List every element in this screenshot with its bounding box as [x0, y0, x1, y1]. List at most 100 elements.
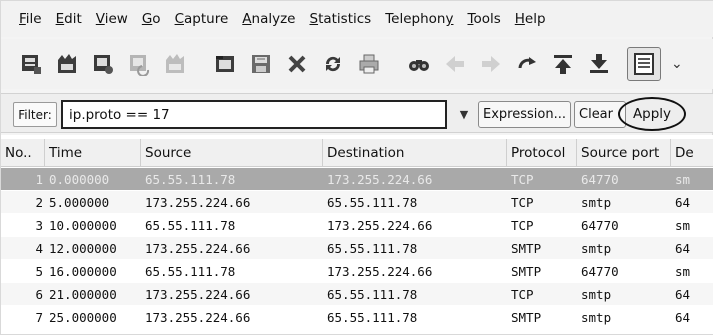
go-forward-icon[interactable]: [477, 50, 505, 78]
cell-source: 65.55.111.78: [145, 217, 236, 233]
cell-protocol: TCP: [511, 286, 534, 302]
chevron-down-icon[interactable]: ▼: [453, 102, 475, 127]
column-header-source[interactable]: Source: [141, 138, 323, 167]
close-file-icon[interactable]: [283, 50, 311, 78]
table-row[interactable]: 6 21.000000 173.255.224.66 65.55.111.78 TCP s…: [1, 283, 713, 305]
cell-time: 10.000000: [49, 217, 117, 233]
cell-destination: 173.255.224.66: [327, 217, 433, 233]
cell-time: 25.000000: [49, 309, 117, 325]
cell-source: 173.255.224.66: [145, 194, 251, 210]
column-header-no[interactable]: No..: [1, 138, 45, 167]
column-header-source-port[interactable]: Source port: [577, 138, 671, 167]
column-header-time[interactable]: Time: [45, 138, 141, 167]
cell-no: 3: [35, 217, 43, 233]
cell-protocol: TCP: [511, 217, 534, 233]
cell-source-port: 64770: [581, 217, 619, 233]
cell-dest: 64: [675, 194, 691, 210]
cell-protocol: TCP: [511, 194, 534, 210]
table-row[interactable]: 4 12.000000 173.255.224.66 65.55.111.78 SMTP…: [1, 237, 713, 259]
menu-help[interactable]: Help: [515, 11, 546, 27]
open-file-icon[interactable]: [211, 50, 239, 78]
find-packet-icon[interactable]: [405, 50, 433, 78]
start-capture-icon[interactable]: [53, 50, 81, 78]
colorize-icon[interactable]: [627, 47, 661, 81]
cell-destination: 65.55.111.78: [327, 194, 418, 210]
packet-list: No.. Time Source Destination Protocol So…: [1, 135, 713, 334]
cell-protocol: SMTP: [511, 263, 542, 279]
cell-no: 4: [35, 240, 43, 256]
column-header-destination[interactable]: Destination: [323, 138, 507, 167]
cell-time: 12.000000: [49, 240, 117, 256]
save-file-icon[interactable]: [247, 50, 275, 78]
cell-no: 6: [35, 286, 43, 302]
cell-source-port: smtp: [581, 240, 612, 256]
cell-source: 173.255.224.66: [145, 309, 251, 325]
table-row[interactable]: 5 16.000000 65.55.111.78 173.255.224.66 SMTP…: [1, 260, 713, 282]
cell-no: 7: [35, 309, 43, 325]
column-header-protocol[interactable]: Protocol: [507, 138, 577, 167]
cell-no: 2: [35, 194, 43, 210]
packet-list-header: No.. Time Source Destination Protocol So…: [1, 138, 713, 167]
menu-file[interactable]: File: [19, 11, 42, 27]
cell-dest: sm: [675, 171, 691, 187]
table-row[interactable]: 7 25.000000 173.255.224.66 65.55.111.78 SMTP…: [1, 306, 713, 328]
go-to-first-icon[interactable]: [549, 50, 577, 78]
cell-protocol: SMTP: [511, 309, 542, 325]
cell-time: 21.000000: [49, 286, 117, 302]
cell-source-port: 64770: [581, 263, 619, 279]
go-to-packet-icon[interactable]: [513, 50, 541, 78]
table-row[interactable]: 3 10.000000 65.55.111.78 173.255.224.66 TCP 6…: [1, 214, 713, 236]
cell-dest: 64: [675, 240, 691, 256]
cell-destination: 65.55.111.78: [327, 309, 418, 325]
cell-protocol: SMTP: [511, 240, 542, 256]
menu-capture[interactable]: Capture: [175, 11, 229, 27]
menu-statistics[interactable]: Statistics: [309, 11, 371, 27]
cell-source-port: smtp: [581, 309, 612, 325]
go-to-last-icon[interactable]: [585, 50, 613, 78]
menu-tools[interactable]: Tools: [467, 11, 500, 27]
cell-no: 1: [35, 171, 43, 187]
cell-destination: 65.55.111.78: [327, 286, 418, 302]
cell-source-port: 64770: [581, 171, 619, 187]
cell-time: 5.000000: [49, 194, 110, 210]
cell-dest: sm: [675, 263, 691, 279]
expression-button[interactable]: Expression...: [478, 101, 571, 128]
cell-destination: 65.55.111.78: [327, 240, 418, 256]
reload-icon[interactable]: [319, 50, 347, 78]
filter-button[interactable]: Filter:: [13, 102, 57, 127]
options-icon[interactable]: [89, 50, 117, 78]
filter-bar: Filter: ▼ Expression... Clear Apply: [1, 93, 713, 133]
menu-bar: File Edit View Go Capture Analyze Statis…: [1, 1, 713, 37]
cell-dest: 64: [675, 286, 691, 302]
menu-edit[interactable]: Edit: [56, 11, 82, 27]
cell-dest: sm: [675, 217, 691, 233]
cell-source: 65.55.111.78: [145, 263, 236, 279]
menu-analyze[interactable]: Analyze: [242, 11, 295, 27]
menu-view[interactable]: View: [96, 11, 128, 27]
open-interfaces-icon[interactable]: [17, 50, 45, 78]
go-back-icon[interactable]: [441, 50, 469, 78]
menu-go[interactable]: Go: [142, 11, 161, 27]
cell-protocol: TCP: [511, 171, 534, 187]
cell-source-port: smtp: [581, 286, 612, 302]
cell-no: 5: [35, 263, 43, 279]
wireshark-window: File Edit View Go Capture Analyze Statis…: [0, 0, 713, 335]
cell-source: 173.255.224.66: [145, 286, 251, 302]
main-toolbar: ⌄: [1, 39, 713, 89]
cell-time: 0.000000: [49, 171, 110, 187]
table-row[interactable]: 1 0.000000 65.55.111.78 173.255.224.66 TCP 64…: [1, 168, 713, 190]
display-filter-input[interactable]: [61, 100, 447, 129]
cell-source-port: smtp: [581, 194, 612, 210]
stop-capture-icon[interactable]: [161, 50, 189, 78]
cell-dest: 64: [675, 309, 691, 325]
column-header-dest-port[interactable]: De: [671, 139, 713, 167]
menu-telephony[interactable]: Telephony: [385, 11, 453, 27]
cell-destination: 173.255.224.66: [327, 263, 433, 279]
apply-button[interactable]: Apply: [618, 97, 686, 131]
cell-source: 65.55.111.78: [145, 171, 236, 187]
restart-capture-icon[interactable]: [125, 50, 153, 78]
table-row[interactable]: 2 5.000000 173.255.224.66 65.55.111.78 TCP sm…: [1, 191, 713, 213]
toolbar-overflow-icon[interactable]: ⌄: [671, 56, 683, 72]
cell-time: 16.000000: [49, 263, 117, 279]
print-icon[interactable]: [355, 50, 383, 78]
